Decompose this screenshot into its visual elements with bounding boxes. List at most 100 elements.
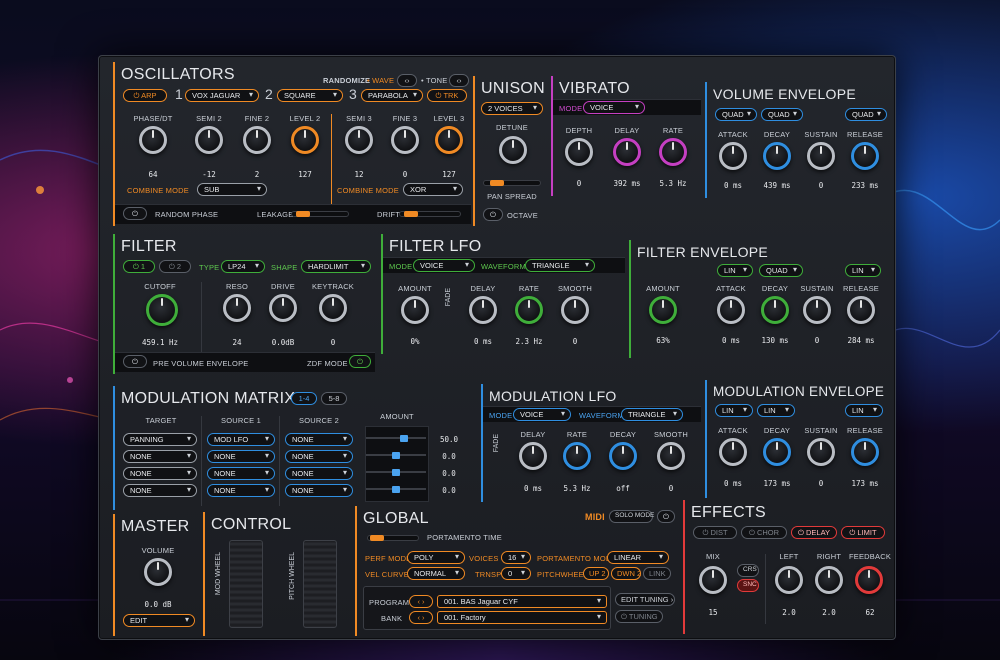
keytrack-knob[interactable] xyxy=(319,294,347,322)
matrix-source2-select[interactable]: NONE xyxy=(285,467,353,480)
filt-attack-knob[interactable] xyxy=(717,296,745,324)
matrix-source2-select[interactable]: NONE xyxy=(285,450,353,463)
portamento-time-slider[interactable] xyxy=(367,535,419,541)
master-edit-select[interactable]: EDIT xyxy=(123,614,195,627)
arp-toggle[interactable]: ⏻ ARP xyxy=(123,89,167,102)
filt-decay-knob[interactable] xyxy=(761,296,789,324)
mod-lfo-waveform-select[interactable]: TRIANGLE xyxy=(621,408,683,421)
osc3-wave-select[interactable]: PARABOLA xyxy=(361,89,423,102)
mod-lfo-delay-knob[interactable] xyxy=(519,442,547,470)
matrix-target-select[interactable]: PANNING xyxy=(123,433,197,446)
vol-sustain-knob[interactable] xyxy=(807,142,835,170)
mod-lfo-decay-knob[interactable] xyxy=(609,442,637,470)
vol-release-curve-select[interactable]: QUAD xyxy=(845,108,887,121)
mod-decay-curve-select[interactable]: LIN xyxy=(757,404,795,417)
effect-tab-chor[interactable]: ⏻ CHOR xyxy=(741,526,787,539)
voices-select[interactable]: 16 xyxy=(501,551,531,564)
osc1-wave-select[interactable]: VOX JAGUAR xyxy=(185,89,259,102)
mod-wheel[interactable] xyxy=(229,540,263,628)
filt-release-knob[interactable] xyxy=(847,296,875,324)
level2-knob[interactable] xyxy=(291,126,319,154)
vibrato-mode-select[interactable]: VOICE xyxy=(583,101,645,114)
matrix-source2-select[interactable]: NONE xyxy=(285,433,353,446)
fine2-knob[interactable] xyxy=(243,126,271,154)
filt-env-amount-knob[interactable] xyxy=(649,296,677,324)
pre-volume-envelope-toggle[interactable]: ⏻ xyxy=(123,355,147,368)
vol-release-knob[interactable] xyxy=(851,142,879,170)
crs-button[interactable]: CRS xyxy=(737,564,759,577)
filter-type-select[interactable]: LP24 xyxy=(221,260,265,273)
portamento-mode-select[interactable]: LINEAR xyxy=(607,551,669,564)
bank-prev-next[interactable]: ‹ › xyxy=(409,611,433,624)
mod-lfo-smooth-knob[interactable] xyxy=(657,442,685,470)
mod-sustain-knob[interactable] xyxy=(807,438,835,466)
filter-lfo-mode-select[interactable]: VOICE xyxy=(413,259,475,272)
semi3-knob[interactable] xyxy=(345,126,373,154)
filt-release-curve-select[interactable]: LIN xyxy=(845,264,881,277)
level3-knob[interactable] xyxy=(435,126,463,154)
detune-knob[interactable] xyxy=(499,136,527,164)
vol-decay-curve-select[interactable]: QUAD xyxy=(761,108,803,121)
filter-lfo-rate-knob[interactable] xyxy=(515,296,543,324)
mod-attack-knob[interactable] xyxy=(719,438,747,466)
pan-spread-slider[interactable] xyxy=(483,180,541,186)
matrix-amount-slider[interactable] xyxy=(366,435,426,443)
vel-curve-select[interactable]: NORMAL xyxy=(407,567,465,580)
filter-lfo-delay-knob[interactable] xyxy=(469,296,497,324)
pitch-wheel[interactable] xyxy=(303,540,337,628)
filter-lfo-smooth-knob[interactable] xyxy=(561,296,589,324)
master-volume-knob[interactable] xyxy=(144,558,172,586)
program-select[interactable]: 001. BAS Jaguar CYF xyxy=(437,595,607,608)
filter1-toggle[interactable]: ⏻ 1 xyxy=(123,260,155,273)
tone-randomize-button[interactable]: ‹› xyxy=(449,74,469,87)
random-phase-toggle[interactable]: ⏻ xyxy=(123,207,147,220)
vibrato-rate-knob[interactable] xyxy=(659,138,687,166)
pitchwheel-up[interactable]: UP 2 xyxy=(583,567,609,580)
combine-mode-select-1[interactable]: SUB xyxy=(197,183,267,196)
effect-tab-limit[interactable]: ⏻ LIMIT xyxy=(841,526,885,539)
transpose-select[interactable]: 0 xyxy=(501,567,531,580)
matrix-target-select[interactable]: NONE xyxy=(123,450,197,463)
solo-mode-toggle[interactable]: ⏻ xyxy=(657,510,675,523)
wave-randomize-button[interactable]: ‹› xyxy=(397,74,417,87)
fx-mix-knob[interactable] xyxy=(699,566,727,594)
vibrato-delay-knob[interactable] xyxy=(613,138,641,166)
matrix-target-select[interactable]: NONE xyxy=(123,484,197,497)
fx-feedback-knob[interactable] xyxy=(855,566,883,594)
leakage-slider[interactable] xyxy=(291,211,349,217)
mod-release-knob[interactable] xyxy=(851,438,879,466)
filt-attack-curve-select[interactable]: LIN xyxy=(717,264,753,277)
matrix-amount-slider[interactable] xyxy=(366,486,426,494)
combine-mode-select-2[interactable]: XOR xyxy=(403,183,463,196)
octave-toggle[interactable]: ⏻ xyxy=(483,208,503,221)
pitchwheel-down[interactable]: DWN 2 xyxy=(611,567,641,580)
tuning-toggle[interactable]: ⏻ TUNING xyxy=(615,610,663,623)
effect-tab-delay[interactable]: ⏻ DELAY xyxy=(791,526,837,539)
fine3-knob[interactable] xyxy=(391,126,419,154)
mod-attack-curve-select[interactable]: LIN xyxy=(715,404,753,417)
solo-mode-button[interactable]: SOLO MODE xyxy=(609,510,654,523)
phase-dt-knob[interactable] xyxy=(139,126,167,154)
matrix-amount-slider[interactable] xyxy=(366,469,426,477)
reso-knob[interactable] xyxy=(223,294,251,322)
edit-tuning-button[interactable]: EDIT TUNING › xyxy=(615,593,675,606)
snc-button[interactable]: SNC xyxy=(737,579,759,592)
matrix-amount-slider[interactable] xyxy=(366,452,426,460)
matrix-source1-select[interactable]: NONE xyxy=(207,484,275,497)
zdf-mode-toggle[interactable]: ⏻ xyxy=(349,355,371,368)
matrix-source2-select[interactable]: NONE xyxy=(285,484,353,497)
mod-lfo-mode-select[interactable]: VOICE xyxy=(513,408,571,421)
matrix-source1-select[interactable]: NONE xyxy=(207,467,275,480)
filt-decay-curve-select[interactable]: QUAD xyxy=(759,264,803,277)
mod-lfo-rate-knob[interactable] xyxy=(563,442,591,470)
perf-mode-select[interactable]: POLY xyxy=(407,551,465,564)
fx-right-knob[interactable] xyxy=(815,566,843,594)
osc2-wave-select[interactable]: SQUARE xyxy=(277,89,343,102)
filter2-toggle[interactable]: ⏻ 2 xyxy=(159,260,191,273)
drive-knob[interactable] xyxy=(269,294,297,322)
mod-release-curve-select[interactable]: LIN xyxy=(845,404,883,417)
filter-shape-select[interactable]: HARDLIMIT xyxy=(301,260,371,273)
mod-decay-knob[interactable] xyxy=(763,438,791,466)
vol-attack-curve-select[interactable]: QUAD xyxy=(715,108,757,121)
vibrato-depth-knob[interactable] xyxy=(565,138,593,166)
